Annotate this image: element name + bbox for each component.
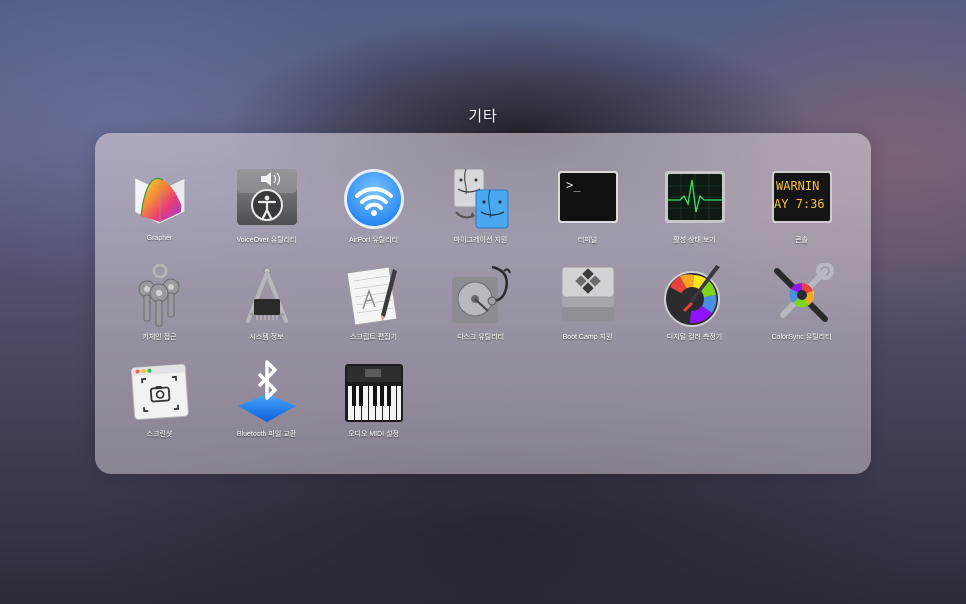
app-airport-utility[interactable]: AirPort 유틸리티: [320, 166, 427, 256]
app-bluetooth-file-exchange[interactable]: Bluetooth 파일 교환: [213, 360, 320, 450]
grapher-icon: [127, 166, 193, 232]
app-boot-camp[interactable]: Boot Camp 지원: [534, 263, 641, 353]
activity-monitor-icon: [662, 166, 728, 232]
app-colorsync-utility[interactable]: ColorSync 유틸리티: [748, 263, 855, 353]
app-migration-assistant[interactable]: 마이그레이션 지원: [427, 166, 534, 256]
app-activity-monitor[interactable]: 활성 상태 보기: [641, 166, 748, 256]
app-digital-color-meter[interactable]: 디지털 컬러 측정기: [641, 263, 748, 353]
app-label: Grapher: [146, 235, 173, 242]
app-keychain-access[interactable]: 키체인 접근: [106, 263, 213, 353]
app-label: ColorSync 유틸리티: [771, 334, 832, 341]
app-label: 콘솔: [795, 237, 808, 244]
app-label: 오디오 MIDI 설정: [348, 431, 399, 438]
digital-color-meter-icon: [662, 263, 728, 329]
app-system-information[interactable]: 시스템 정보: [213, 263, 320, 353]
keychain-access-icon: [127, 263, 193, 329]
app-audio-midi-setup[interactable]: 오디오 MIDI 설정: [320, 360, 427, 450]
app-console[interactable]: WARNIN AY 7:36 콘솔: [748, 166, 855, 256]
app-label: 스크립트 편집기: [349, 334, 398, 341]
app-label: Boot Camp 지원: [562, 334, 613, 341]
app-label: 디스크 유틸리티: [456, 334, 505, 341]
app-disk-utility[interactable]: 디스크 유틸리티: [427, 263, 534, 353]
app-screenshot[interactable]: 스크린샷: [106, 360, 213, 450]
app-label: 마이그레이션 지원: [453, 237, 508, 244]
app-label: 스크린샷: [146, 431, 173, 438]
app-label: 활성 상태 보기: [673, 237, 716, 244]
console-line-1: WARNIN: [776, 179, 819, 193]
app-terminal[interactable]: >_ 터미널: [534, 166, 641, 256]
airport-utility-icon: [341, 166, 407, 232]
console-icon: WARNIN AY 7:36: [769, 166, 835, 232]
app-label: AirPort 유틸리티: [348, 237, 399, 244]
disk-utility-icon: [448, 263, 514, 329]
migration-assistant-icon: [448, 166, 514, 232]
system-information-icon: [234, 263, 300, 329]
launchpad-folder-panel: Grapher VoiceOver 유틸리티 AirPort 유틸리티 마이그레…: [95, 133, 871, 474]
app-voiceover-utility[interactable]: VoiceOver 유틸리티: [213, 166, 320, 256]
app-label: 디지털 컬러 측정기: [666, 334, 723, 341]
colorsync-utility-icon: [769, 263, 835, 329]
app-label: 터미널: [577, 237, 598, 244]
app-label: 시스템 정보: [249, 334, 284, 341]
terminal-icon: >_: [555, 166, 621, 232]
audio-midi-setup-icon: [341, 360, 407, 426]
boot-camp-icon: [555, 263, 621, 329]
folder-title: 기타: [468, 108, 498, 125]
app-label: Bluetooth 파일 교환: [236, 431, 297, 438]
script-editor-icon: [341, 263, 407, 329]
app-label: 키체인 접근: [142, 334, 177, 341]
bluetooth-file-exchange-icon: [234, 360, 300, 426]
screenshot-icon: [127, 360, 193, 426]
console-line-2: AY 7:36: [774, 197, 825, 211]
app-grapher[interactable]: Grapher: [106, 166, 213, 256]
terminal-prompt-text: >_: [566, 178, 581, 192]
app-script-editor[interactable]: 스크립트 편집기: [320, 263, 427, 353]
voiceover-utility-icon: [234, 166, 300, 232]
app-label: VoiceOver 유틸리티: [236, 237, 297, 244]
